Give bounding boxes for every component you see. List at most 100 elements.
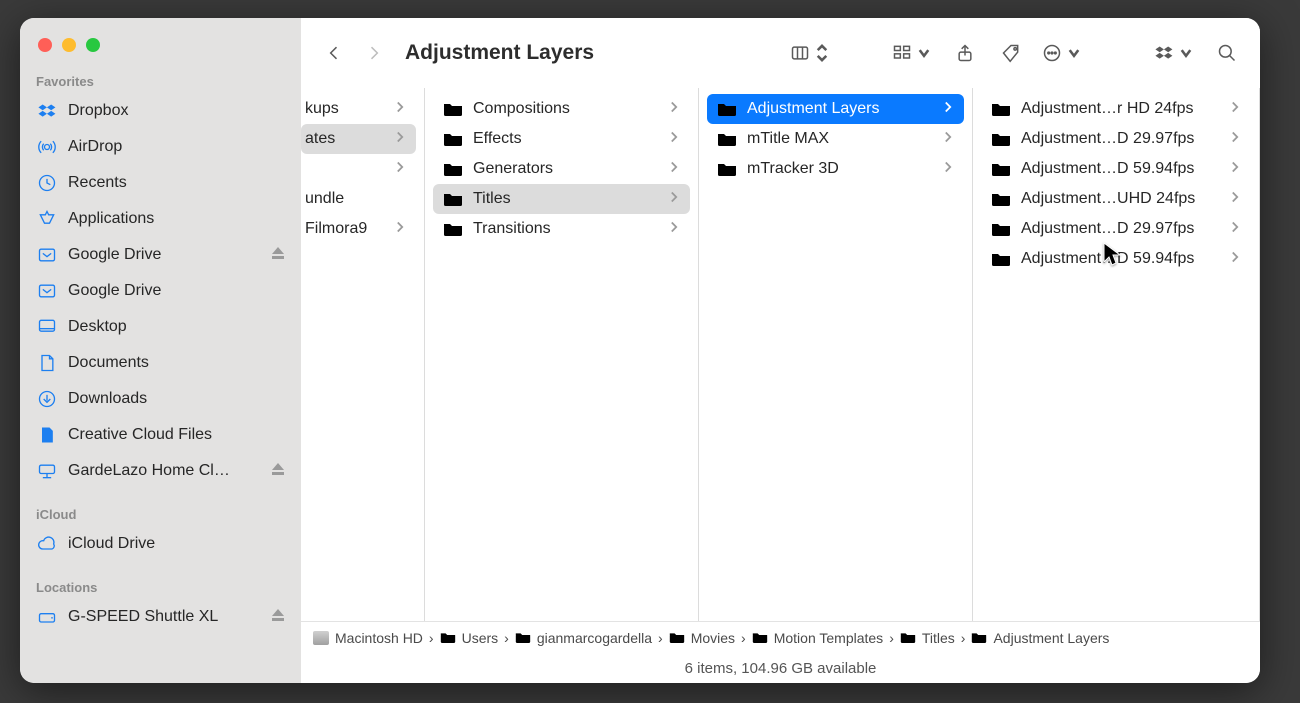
sidebar-item-airdrop[interactable]: AirDrop xyxy=(20,129,301,165)
window-title: Adjustment Layers xyxy=(405,41,594,65)
chevron-right-icon xyxy=(1231,130,1239,148)
list-item[interactable]: Generators xyxy=(433,154,690,184)
list-item[interactable]: Transitions xyxy=(433,214,690,244)
zoom-window-button[interactable] xyxy=(86,38,100,52)
sidebar-item-label: Dropbox xyxy=(68,102,128,120)
breadcrumb-label: Motion Templates xyxy=(774,630,883,646)
path-bar: Macintosh HD › Users › gianmarcogardella › Mov… xyxy=(301,621,1260,653)
list-item[interactable]: Adjustment…UHD 24fps xyxy=(981,184,1251,214)
sidebar-item-recents[interactable]: Recents xyxy=(20,165,301,201)
sidebar-item-google-drive[interactable]: Google Drive xyxy=(20,273,301,309)
sidebar-item-creative-cloud-files[interactable]: Creative Cloud Files xyxy=(20,417,301,453)
breadcrumb-separator-icon: › xyxy=(658,630,663,646)
list-item[interactable]: kups xyxy=(301,94,416,124)
list-item[interactable]: Filmora9 xyxy=(301,214,416,244)
folder-icon xyxy=(440,631,456,644)
folder-icon xyxy=(991,251,1011,267)
gdrive-icon xyxy=(36,280,58,302)
breadcrumb-separator-icon: › xyxy=(429,630,434,646)
folder-icon xyxy=(443,191,463,207)
list-item[interactable]: Adjustment…D 29.97fps xyxy=(981,124,1251,154)
close-window-button[interactable] xyxy=(38,38,52,52)
breadcrumb-item[interactable]: Movies xyxy=(669,630,735,646)
breadcrumb-separator-icon: › xyxy=(504,630,509,646)
item-label: Adjustment…UHD 24fps xyxy=(1021,190,1221,208)
tags-button[interactable] xyxy=(996,38,1026,68)
item-label: Compositions xyxy=(473,100,660,118)
sidebar-item-google-drive[interactable]: Google Drive xyxy=(20,237,301,273)
list-item[interactable]: Adjustment…D 59.94fps xyxy=(981,244,1251,274)
folder-icon xyxy=(669,631,685,644)
group-button[interactable] xyxy=(892,38,934,68)
chevron-right-icon xyxy=(396,160,404,178)
share-button[interactable] xyxy=(950,38,980,68)
airdrop-icon xyxy=(36,136,58,158)
sidebar-item-dropbox[interactable]: Dropbox xyxy=(20,93,301,129)
item-label: mTitle MAX xyxy=(747,130,934,148)
disk-icon xyxy=(313,631,329,645)
sidebar-item-desktop[interactable]: Desktop xyxy=(20,309,301,345)
back-button[interactable] xyxy=(319,38,349,68)
chevron-right-icon xyxy=(1231,220,1239,238)
sidebar-item-documents[interactable]: Documents xyxy=(20,345,301,381)
status-bar: 6 items, 104.96 GB available xyxy=(301,653,1260,683)
list-item[interactable]: undle xyxy=(301,184,416,214)
chevron-right-icon xyxy=(396,220,404,238)
list-item[interactable]: Adjustment…r HD 24fps xyxy=(981,94,1251,124)
sidebar-item-g-speed-shuttle-xl[interactable]: G-SPEED Shuttle XL xyxy=(20,599,301,635)
breadcrumb-item[interactable]: Users xyxy=(440,630,499,646)
sidebar-item-downloads[interactable]: Downloads xyxy=(20,381,301,417)
clock-icon xyxy=(36,172,58,194)
folder-icon xyxy=(443,221,463,237)
view-columns-button[interactable] xyxy=(790,38,832,68)
breadcrumb-label: gianmarcogardella xyxy=(537,630,652,646)
list-item[interactable]: ates xyxy=(301,124,416,154)
minimize-window-button[interactable] xyxy=(62,38,76,52)
sidebar-item-label: Documents xyxy=(68,354,149,372)
breadcrumb-item[interactable]: Adjustment Layers xyxy=(971,630,1109,646)
item-label: Adjustment…D 59.94fps xyxy=(1021,160,1221,178)
list-item[interactable] xyxy=(301,154,416,184)
folder-icon xyxy=(991,221,1011,237)
list-item[interactable]: Effects xyxy=(433,124,690,154)
sidebar-item-gardelazo-home-cl-[interactable]: GardeLazo Home Cl… xyxy=(20,453,301,489)
search-button[interactable] xyxy=(1212,38,1242,68)
breadcrumb-item[interactable]: gianmarcogardella xyxy=(515,630,652,646)
breadcrumb-item[interactable]: Titles xyxy=(900,630,955,646)
chevron-right-icon xyxy=(1231,190,1239,208)
item-label: mTracker 3D xyxy=(747,160,934,178)
sidebar-item-label: AirDrop xyxy=(68,138,122,156)
item-label: Titles xyxy=(473,190,660,208)
folder-icon xyxy=(991,131,1011,147)
gdrive-icon xyxy=(36,244,58,266)
item-label: Adjustment Layers xyxy=(747,100,934,118)
sidebar-item-icloud-drive[interactable]: iCloud Drive xyxy=(20,526,301,562)
item-label: ates xyxy=(305,130,386,148)
breadcrumb-item[interactable]: Motion Templates xyxy=(752,630,883,646)
eject-icon[interactable] xyxy=(271,462,285,481)
breadcrumb-separator-icon: › xyxy=(961,630,966,646)
eject-icon[interactable] xyxy=(271,246,285,265)
list-item[interactable]: Adjustment…D 29.97fps xyxy=(981,214,1251,244)
sidebar-item-label: GardeLazo Home Cl… xyxy=(68,462,230,480)
chevron-right-icon xyxy=(944,130,952,148)
list-item[interactable]: Adjustment…D 59.94fps xyxy=(981,154,1251,184)
chevron-right-icon xyxy=(1231,160,1239,178)
forward-button[interactable] xyxy=(359,38,389,68)
chevron-right-icon xyxy=(670,130,678,148)
sidebar-item-applications[interactable]: Applications xyxy=(20,201,301,237)
dropbox-button[interactable] xyxy=(1154,38,1196,68)
sidebar-item-label: Google Drive xyxy=(68,282,161,300)
list-item[interactable]: Compositions xyxy=(433,94,690,124)
list-item[interactable]: Titles xyxy=(433,184,690,214)
folder-icon xyxy=(971,631,987,644)
more-button[interactable] xyxy=(1042,38,1084,68)
document-icon xyxy=(36,352,58,374)
column-2: Adjustment Layers mTitle MAX mTracker 3D xyxy=(699,88,973,621)
list-item[interactable]: mTitle MAX xyxy=(707,124,964,154)
list-item[interactable]: mTracker 3D xyxy=(707,154,964,184)
list-item[interactable]: Adjustment Layers xyxy=(707,94,964,124)
eject-icon[interactable] xyxy=(271,608,285,627)
breadcrumb-item[interactable]: Macintosh HD xyxy=(313,630,423,646)
toolbar: Adjustment Layers xyxy=(301,18,1260,88)
